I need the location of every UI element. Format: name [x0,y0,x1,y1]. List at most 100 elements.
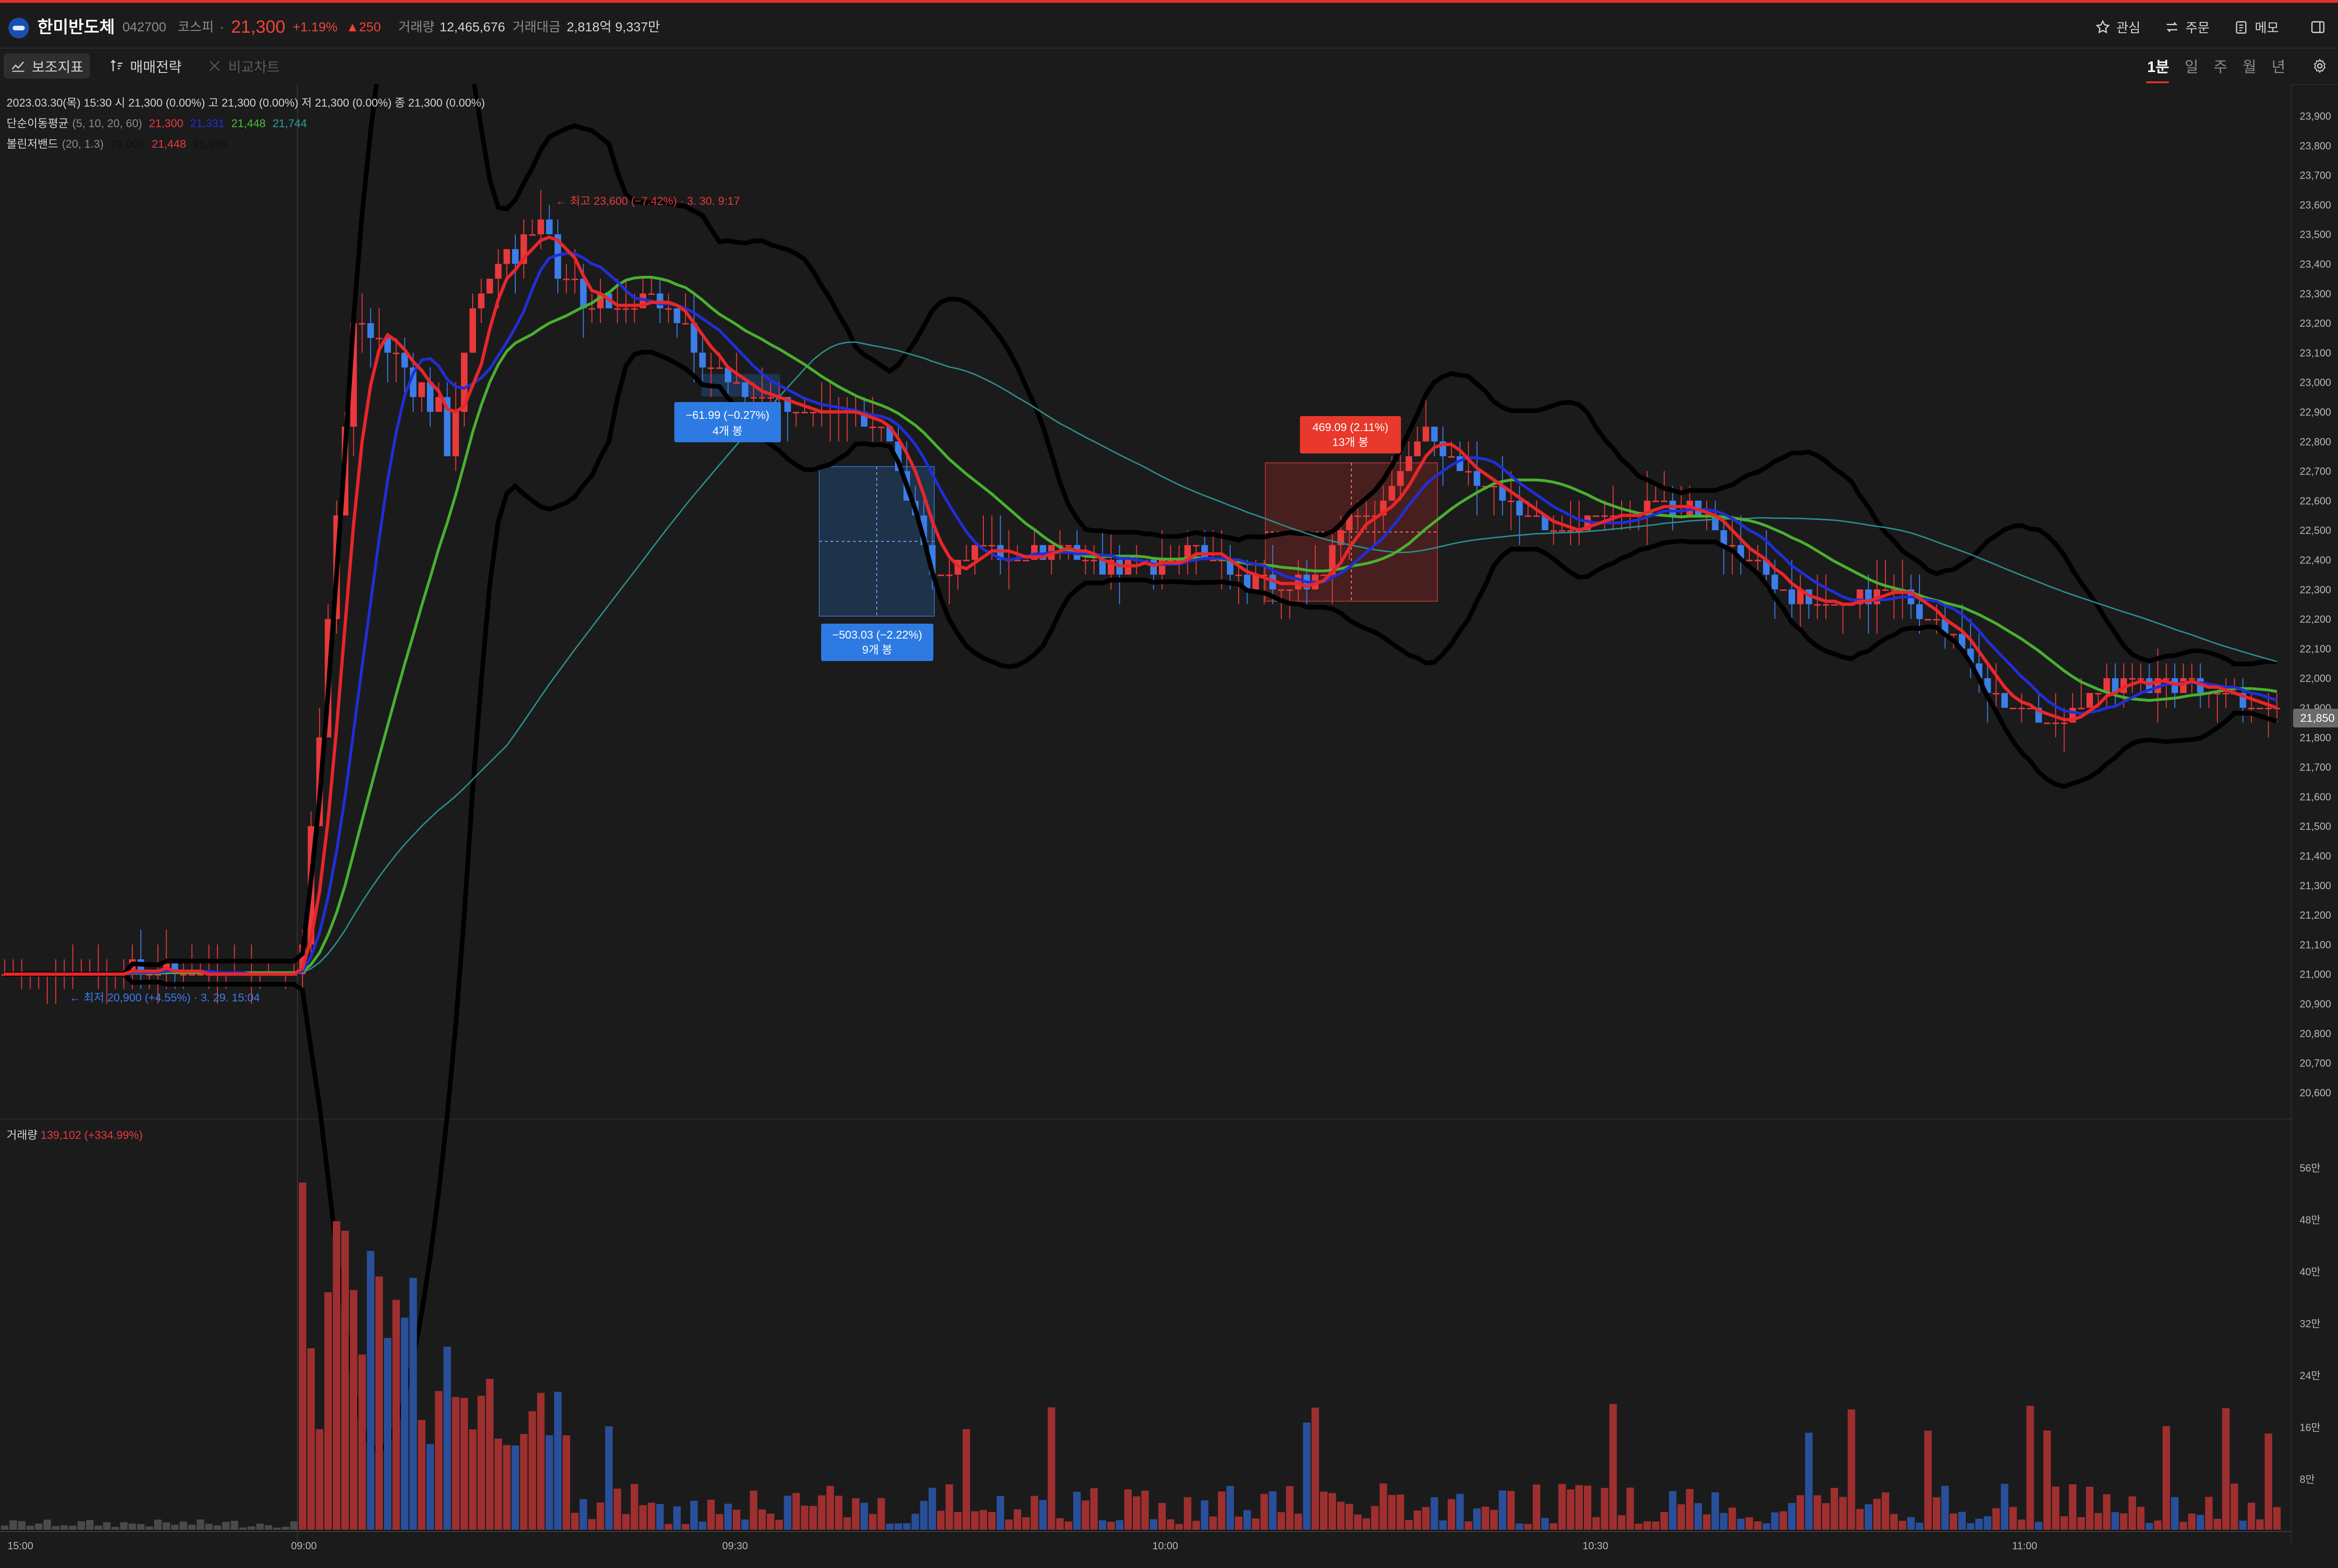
candle-body [580,279,587,309]
volume-label: 거래량 [398,20,435,34]
order-label: 주문 [2186,21,2210,35]
volume-bar [214,1525,221,1530]
volume-bar [1499,1490,1507,1530]
volume-bar [69,1525,77,1530]
volume-bar [1677,1504,1685,1530]
volume-bar [971,1511,979,1530]
compare-button[interactable]: 비교차트 [200,53,286,79]
bb-params: (20, 1.3) [62,138,104,151]
sma-params: (5, 10, 20, 60) [72,117,142,130]
side-panel-toggle[interactable] [2310,14,2326,40]
volume-bar [1490,1510,1498,1530]
candle-body [2018,708,2025,709]
volume-bar [1183,1497,1191,1530]
price-tick: 23,700 [2300,170,2331,181]
volume-bar [2273,1507,2281,1530]
volume-bar [886,1524,894,1530]
volume-bar [563,1435,570,1530]
volume-bar [1609,1404,1617,1530]
line-chart-icon [12,61,24,72]
volume-bar [835,1496,843,1530]
candle-body [682,323,689,325]
candle-body [733,382,740,384]
volume-bar [103,1522,111,1530]
candle-body [1431,426,1438,442]
volume-bar [2196,1515,2204,1530]
candle-body [1601,515,1608,517]
time-tick: 15:00 [7,1540,33,1552]
candle-body [1397,471,1404,486]
candle-body [716,367,723,369]
volume-bar [1779,1511,1787,1530]
period-week[interactable]: 주 [2214,55,2227,77]
candle-body [1235,575,1242,576]
volume-bar [1652,1521,1660,1530]
candle-body [2001,693,2008,708]
candle-body [512,249,519,264]
watch-button[interactable]: 관심 [2095,14,2141,40]
volume-bar [1813,1495,1821,1530]
volume-bar [750,1490,758,1530]
price-tick: 23,100 [2300,347,2331,359]
volume-bar [1439,1520,1447,1530]
time-tick: 09:00 [291,1540,317,1552]
period-day[interactable]: 일 [2185,55,2198,77]
memo-button[interactable]: 메모 [2233,14,2279,40]
candle-body [1729,545,1736,547]
volume-bar [1533,1484,1540,1530]
order-button[interactable]: 주문 [2164,14,2210,40]
bb-legend[interactable]: 볼린저밴드 (20, 1.3) 21,000 21,448 21,986 [7,135,231,151]
volume-bar [801,1505,808,1530]
volume-bar [1575,1485,1583,1530]
volume-bar [332,1221,340,1530]
candle-body [946,575,953,576]
volume-bar [9,1520,17,1530]
volume-bar [699,1521,707,1530]
volume-tick: 24만 [2300,1370,2321,1381]
candle-body [537,219,544,235]
price-chart[interactable]: 23,900 23,800 23,700 23,600 23,500 23,400 23,3… [0,84,2338,1568]
volume-bar [1856,1509,1864,1530]
candle-body [2163,678,2170,680]
volume-bar [1618,1515,1625,1530]
sma-legend[interactable]: 단순이동평균 (5, 10, 20, 60) 21,300 21,331 21,4… [7,114,310,130]
candle-body [546,219,553,235]
candle-body [1193,545,1199,547]
candle-body [1746,560,1753,561]
candle-body [495,264,502,279]
volume-bar [1167,1519,1175,1530]
candle-body [614,308,621,310]
period-month[interactable]: 월 [2243,55,2256,77]
price-tick: 20,600 [2300,1087,2331,1099]
volume-bar [1847,1409,1855,1530]
volume-bar [945,1484,953,1530]
volume-bar [1541,1518,1549,1530]
volume-bar [2129,1496,2136,1530]
volume-bar [231,1520,238,1530]
candle-body [1210,560,1217,561]
indicators-label: 보조지표 [32,60,84,75]
volume-axis: 56만 48만 40만 32만 24만 16만 8만 [2300,1162,2321,1485]
time-axis: 15:00 09:00 09:30 10:00 10:30 11:00 [7,1540,2037,1552]
period-year[interactable]: 년 [2272,55,2285,77]
bb-mid-value: 21,448 [152,138,186,151]
strategy-label: 매매전략 [130,60,182,75]
strategy-button[interactable]: 매매전략 [102,53,188,79]
candle-body [1831,604,1838,606]
chart-settings-button[interactable] [2305,53,2334,79]
volume-bar [469,1429,476,1530]
indicators-button[interactable]: 보조지표 [4,53,90,79]
volume-bar [1303,1422,1311,1530]
volume-bar [145,1526,153,1530]
volume-bar [656,1504,664,1530]
volume-bar [980,1510,987,1530]
price-tick: 21,300 [2300,880,2331,892]
period-1min[interactable]: 1분 [2147,55,2169,77]
volume-bar [528,1411,536,1530]
candle-body [1473,471,1480,486]
volume-bar [2086,1487,2093,1530]
volume-bar [1252,1518,1260,1530]
candle-body [1406,456,1412,471]
volume-bar [1558,1484,1566,1530]
volume-bar [1124,1489,1132,1530]
